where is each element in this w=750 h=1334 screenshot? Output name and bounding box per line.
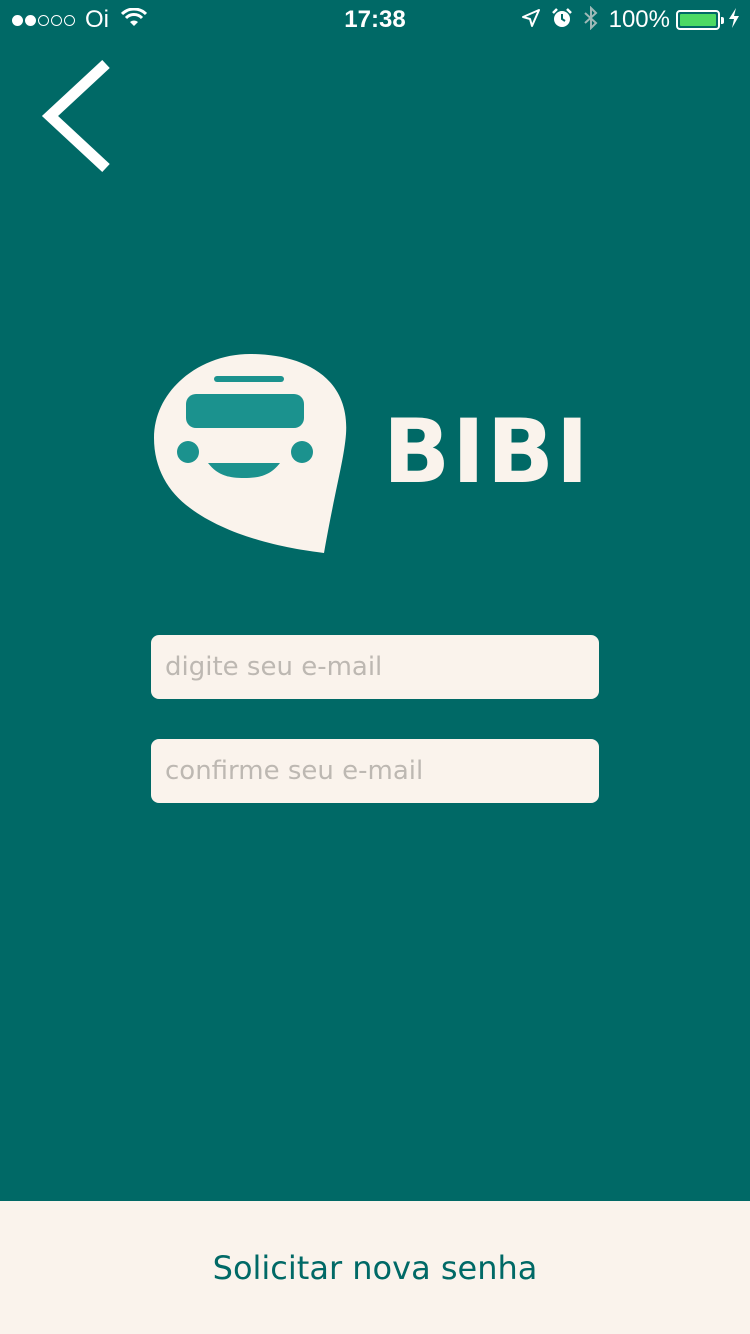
- alarm-icon: [551, 7, 573, 34]
- request-new-password-label: Solicitar nova senha: [212, 1248, 538, 1287]
- back-button[interactable]: [36, 56, 120, 180]
- status-right: 100%: [511, 5, 740, 35]
- brand-name: BIBI: [383, 400, 591, 503]
- request-new-password-button[interactable]: Solicitar nova senha: [0, 1201, 750, 1334]
- battery-percentage: 100%: [608, 6, 670, 33]
- chevron-left-icon: [41, 59, 110, 173]
- email-confirm-input[interactable]: [151, 739, 599, 803]
- bluetooth-icon: [583, 5, 599, 35]
- location-arrow-icon: [521, 8, 541, 33]
- email-input[interactable]: [151, 635, 599, 699]
- status-bar: Oi 17:38 100%: [0, 0, 750, 40]
- charging-bolt-icon: [728, 7, 740, 33]
- battery-icon: [676, 10, 724, 30]
- bus-speech-bubble-icon: [150, 350, 350, 558]
